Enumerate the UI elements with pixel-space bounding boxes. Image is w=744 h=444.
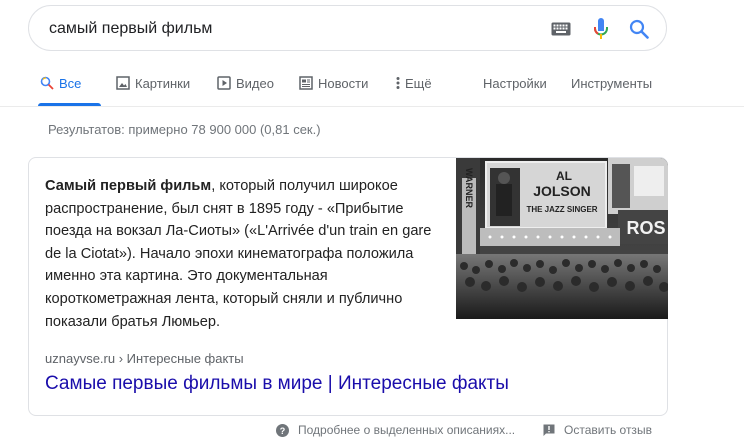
featured-snippet-card: Самый первый фильм, который получил широ… (28, 157, 668, 416)
marquee-show-text: THE JAZZ SINGER (526, 205, 597, 214)
result-cite: uznayvse.ru › Интересные факты (45, 351, 244, 366)
microphone-icon[interactable] (589, 6, 613, 52)
play-icon (217, 76, 231, 90)
snippet-text: Самый первый фильм, который получил широ… (45, 175, 440, 333)
feedback-link[interactable]: Оставить отзыв (543, 421, 652, 439)
snippet-body: , который получил широкое распространени… (45, 178, 432, 330)
tab-images[interactable]: Картинки (116, 60, 190, 106)
tab-tools[interactable]: Инструменты (571, 60, 652, 106)
tab-all[interactable]: Все (40, 60, 81, 106)
feedback-flag-icon (543, 424, 555, 436)
tab-news[interactable]: Новости (299, 60, 368, 106)
keyboard-icon[interactable] (547, 6, 575, 52)
tab-all-label: Все (59, 75, 82, 91)
search-box[interactable] (28, 5, 667, 51)
result-title-link[interactable]: Самые первые фильмы в мире | Интересные … (45, 373, 509, 395)
search-tabs: Все Картинки Видео Новости Ещё Настройки… (0, 60, 744, 107)
left-sign-text: WARNER (464, 168, 474, 208)
tab-news-label: Новости (318, 75, 369, 91)
marquee-top-text: AL (556, 169, 572, 183)
about-snippets-label: Подробнее о выделенных описаниях... (298, 423, 516, 437)
search-icon[interactable] (626, 6, 652, 52)
google-results-page: Все Картинки Видео (0, 0, 744, 444)
snippet-image[interactable]: WARNER AL JOLSON THE JAZZ SINGER ROS (456, 158, 668, 319)
result-stats: Результатов: примерно 78 900 000 (0,81 с… (48, 122, 321, 137)
tab-images-label: Картинки (135, 75, 191, 91)
tab-settings-label: Настройки (483, 75, 547, 91)
search-input[interactable] (49, 18, 529, 40)
active-tab-indicator (38, 103, 101, 106)
tab-video[interactable]: Видео (217, 60, 274, 106)
tab-more[interactable]: Ещё (396, 60, 432, 106)
svg-text:?: ? (280, 426, 286, 436)
image-icon (116, 76, 130, 90)
feedback-label: Оставить отзыв (564, 423, 652, 437)
search-icon (40, 76, 54, 90)
marquee-name-text: JOLSON (533, 183, 591, 199)
tab-video-label: Видео (236, 75, 274, 91)
tab-more-label: Ещё (405, 75, 432, 91)
about-snippets-link[interactable]: ? Подробнее о выделенных описаниях... (276, 421, 515, 439)
right-sign-text: ROS (626, 218, 665, 238)
more-vert-icon (396, 76, 400, 90)
tab-settings[interactable]: Настройки (483, 60, 547, 106)
snippet-bold-term: Самый первый фильм (45, 178, 212, 194)
news-icon (299, 76, 313, 90)
tab-tools-label: Инструменты (571, 75, 653, 91)
help-circle-icon: ? (276, 423, 289, 437)
